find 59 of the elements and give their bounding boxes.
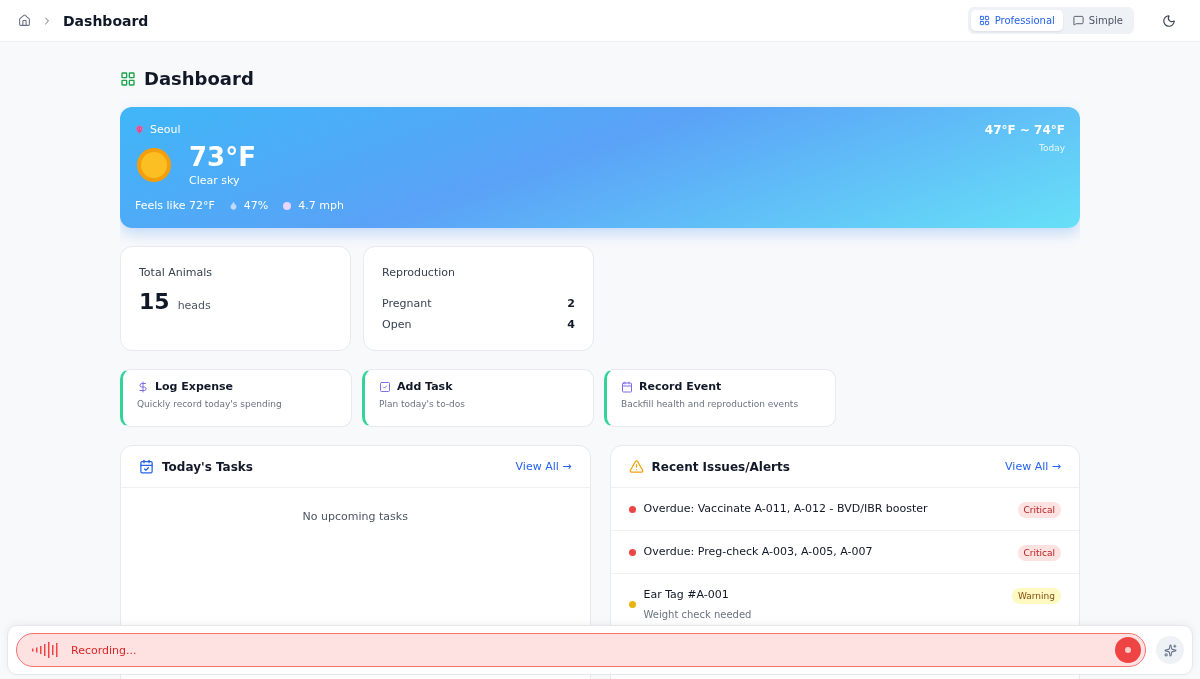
stat-value: 4 (567, 318, 575, 331)
empty-message: No upcoming tasks (301, 510, 409, 523)
dollar-icon (137, 380, 149, 393)
chat-icon (1072, 15, 1084, 26)
action-subtitle: Backfill health and reproduction events (621, 399, 800, 409)
recording-field[interactable]: Recording... (16, 633, 1146, 667)
sun-icon (135, 145, 173, 184)
panel-title: Today's Tasks (162, 459, 253, 474)
feels-like: Feels like 72°F (135, 199, 215, 212)
pin-icon (135, 125, 144, 134)
alert-text: Ear Tag #A-001 (643, 588, 730, 601)
breadcrumb-current: Dashboard (63, 12, 149, 29)
home-icon[interactable] (18, 14, 31, 27)
grid-icon (978, 15, 990, 26)
action-title: Record Event (639, 380, 722, 393)
severity-badge: Critical (1017, 502, 1061, 518)
alert-text: Overdue: Preg-check A-003, A-005, A-007 (643, 545, 874, 558)
stat-label: Pregnant (382, 297, 432, 310)
severity-badge: Critical (1017, 545, 1061, 561)
quick-action-button[interactable]: Add Task Plan today's to-dos (362, 369, 594, 427)
action-subtitle: Quickly record today's spending (137, 399, 283, 409)
grid-icon (120, 70, 136, 87)
weather-condition: Clear sky (189, 174, 241, 187)
stop-button[interactable] (1115, 637, 1141, 663)
page-title: Dashboard (144, 68, 254, 89)
stat-label: Open (382, 318, 412, 331)
warning-icon (628, 459, 644, 474)
city-name: Seoul (150, 123, 181, 136)
mode-tab[interactable]: Simple (1064, 10, 1131, 31)
mode-tab[interactable]: Professional (970, 10, 1063, 31)
stat-unit: heads (177, 299, 211, 312)
humidity: 47% (243, 199, 269, 212)
action-title: Log Expense (155, 380, 234, 393)
sparkle-icon (1163, 643, 1177, 657)
recording-status: Recording... (71, 643, 138, 657)
calendar-check-icon (139, 459, 154, 474)
quick-action-button[interactable]: Log Expense Quickly record today's spending (120, 369, 352, 427)
stat-title: Reproduction (382, 266, 456, 279)
sparkle-button[interactable] (1156, 636, 1184, 664)
stat-value: 2 (567, 297, 575, 310)
view-all-link[interactable]: View All → (515, 460, 572, 473)
temperature-range: 47°F ~ 74°F (984, 123, 1065, 137)
wind-speed: 4.7 mph (298, 199, 344, 212)
waveform-icon (31, 642, 61, 658)
quick-action-button[interactable]: Record Event Backfill health and reproduction events (604, 369, 836, 427)
stat-value: 15 (139, 289, 170, 314)
day-label: Today (1038, 143, 1065, 153)
droplet-icon (228, 201, 238, 210)
checkbox-icon (379, 380, 391, 393)
alert-detail: Weight check needed (643, 609, 753, 620)
severity-badge: Warning (1012, 588, 1061, 604)
alert-text: Overdue: Vaccinate A-011, A-012 - BVD/IBR booster (643, 502, 929, 515)
view-all-link[interactable]: View All → (1005, 460, 1061, 473)
action-subtitle: Plan today's to-dos (379, 399, 466, 409)
action-title: Add Task (397, 380, 453, 393)
calendar-icon (621, 380, 633, 393)
panel-title: Recent Issues/Alerts (651, 459, 790, 474)
temperature: 73°F (189, 142, 256, 172)
stat-title: Total Animals (139, 266, 213, 279)
